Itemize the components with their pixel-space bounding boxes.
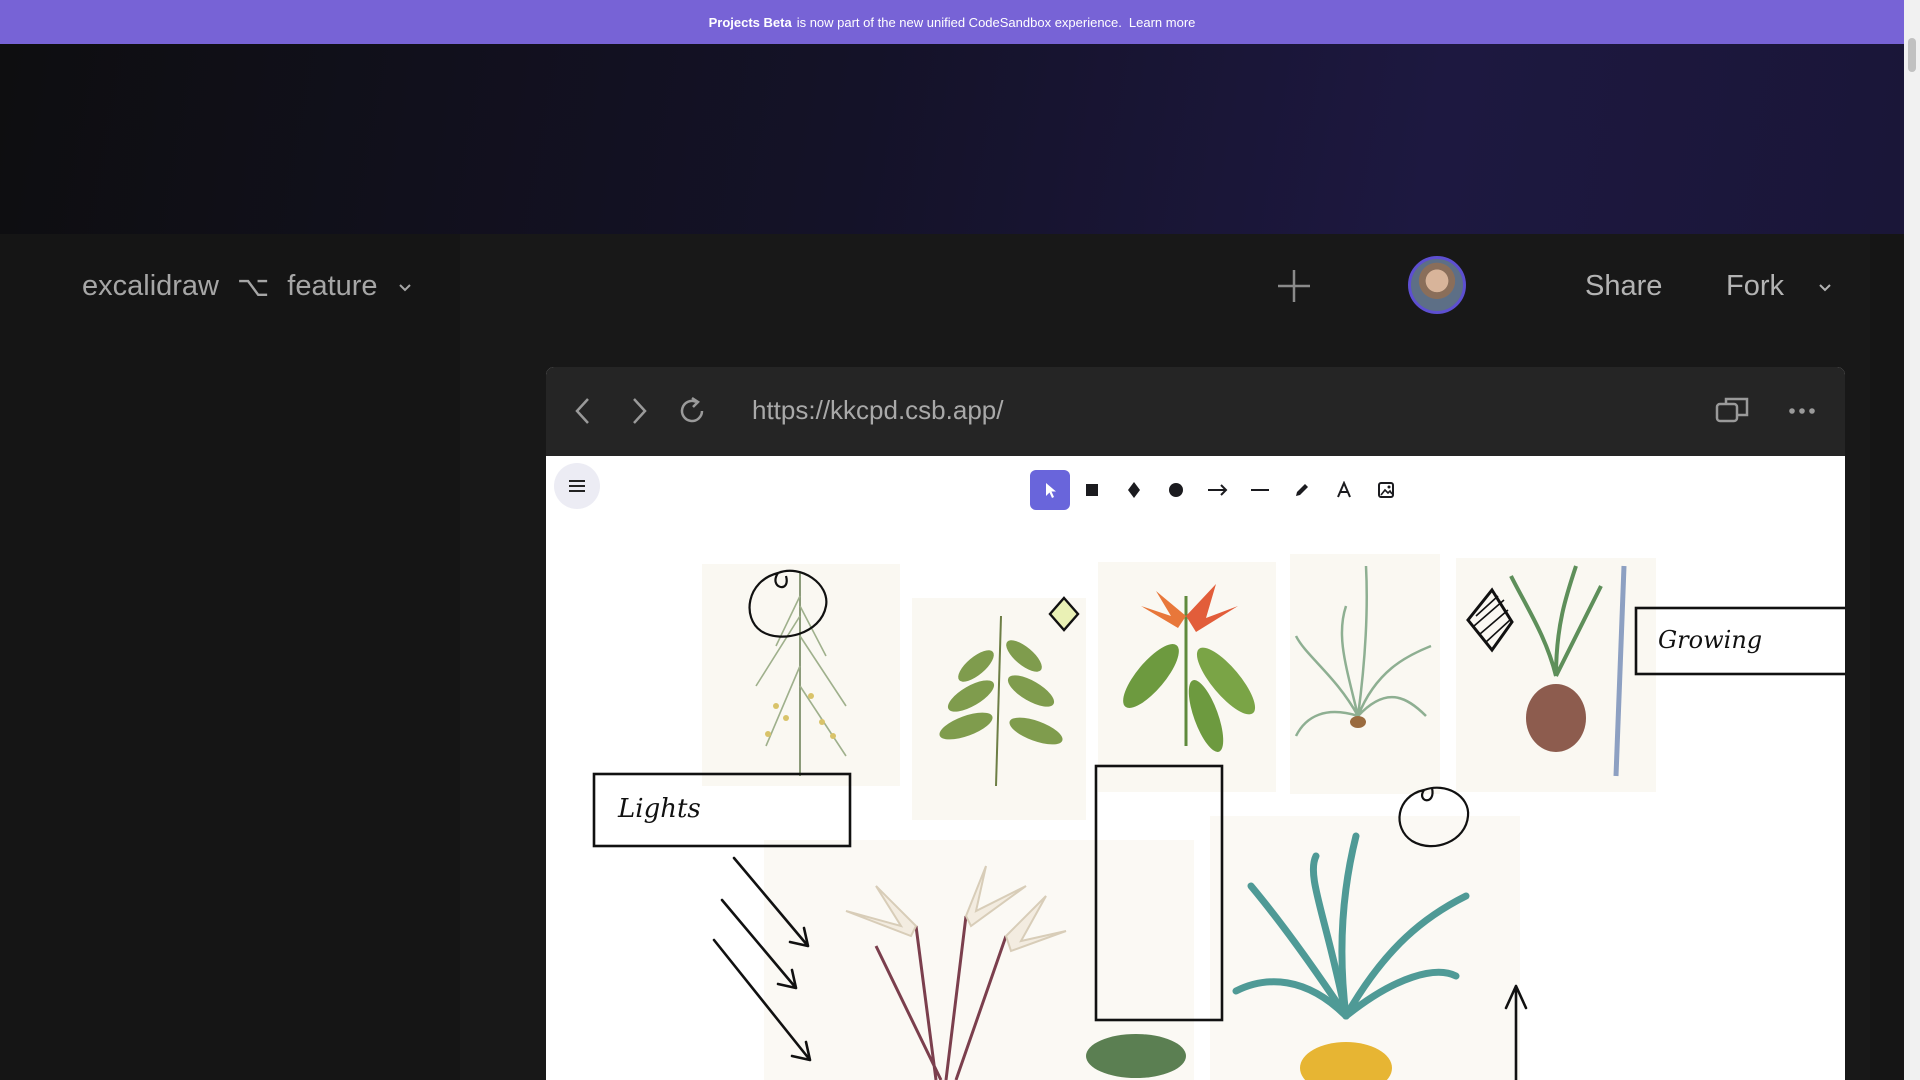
avatar[interactable]	[1408, 256, 1466, 314]
banner-text: is now part of the new unified CodeSandb…	[796, 14, 1122, 30]
open-in-new-window-icon[interactable]	[1714, 393, 1750, 429]
banner-bold-text: Projects Beta	[708, 14, 792, 30]
project-name[interactable]: excalidraw	[82, 270, 219, 303]
learn-more-link[interactable]: Learn more	[1129, 15, 1195, 30]
refresh-icon[interactable]	[674, 393, 710, 429]
plant-illustration-6	[764, 840, 1194, 1080]
branch-name[interactable]: feature	[287, 270, 377, 303]
image-tool[interactable]	[1366, 470, 1406, 510]
hero-background	[0, 44, 1904, 234]
plant-illustration-4	[1290, 554, 1440, 794]
circle-icon	[1169, 483, 1183, 497]
chevron-down-icon[interactable]	[1816, 278, 1834, 296]
canvas-drawing	[592, 554, 1845, 1080]
text-icon	[1337, 481, 1351, 498]
url-bar[interactable]: https://kkcpd.csb.app/	[752, 395, 1003, 426]
drawing-toolbar	[1030, 470, 1406, 510]
project-header: excalidraw ⌥ feature Share Fork	[0, 234, 1904, 340]
branch-icon: ⌥	[237, 271, 270, 302]
plant-illustration-3	[1098, 562, 1276, 792]
line-icon	[1251, 489, 1269, 491]
main-menu-button[interactable]	[554, 463, 600, 509]
announcement-banner: Projects Beta is now part of the new uni…	[0, 0, 1904, 44]
back-icon[interactable]	[566, 393, 602, 429]
more-options-icon[interactable]	[1784, 393, 1820, 429]
growing-label: Growing	[1658, 626, 1763, 654]
pencil-icon	[1296, 484, 1308, 496]
hamburger-icon	[569, 480, 585, 492]
selection-tool[interactable]	[1030, 470, 1070, 510]
share-button[interactable]: Share	[1585, 270, 1662, 303]
plant-illustration-1	[702, 564, 900, 786]
excalidraw-canvas[interactable]: Lights Growing	[546, 456, 1845, 1080]
pencil-tool[interactable]	[1282, 470, 1322, 510]
lights-label: Lights	[618, 794, 701, 824]
text-tool[interactable]	[1324, 470, 1364, 510]
line-tool[interactable]	[1240, 470, 1280, 510]
rectangle-tool[interactable]	[1072, 470, 1112, 510]
browser-toolbar: https://kkcpd.csb.app/	[546, 367, 1845, 456]
preview-browser: https://kkcpd.csb.app/ Lights Growing	[546, 367, 1845, 1080]
square-icon	[1086, 484, 1098, 496]
diamond-tool[interactable]	[1114, 470, 1154, 510]
page-scrollbar[interactable]	[1904, 0, 1920, 1080]
image-icon	[1378, 482, 1394, 498]
add-icon[interactable]	[1276, 268, 1312, 304]
diamond-icon	[1128, 482, 1140, 498]
chevron-down-icon[interactable]	[396, 278, 414, 296]
plant-illustration-7	[1210, 816, 1520, 1080]
plant-illustration-5	[1456, 558, 1656, 792]
fork-button[interactable]: Fork	[1726, 270, 1784, 303]
arrow-right-icon	[1208, 484, 1228, 496]
arrow-tool[interactable]	[1198, 470, 1238, 510]
plant-illustration-2	[912, 598, 1086, 820]
forward-icon[interactable]	[620, 393, 656, 429]
scrollbar-thumb[interactable]	[1908, 38, 1916, 72]
project-breadcrumb: excalidraw ⌥ feature	[82, 270, 414, 303]
cursor-icon	[1046, 483, 1056, 498]
ellipse-tool[interactable]	[1156, 470, 1196, 510]
